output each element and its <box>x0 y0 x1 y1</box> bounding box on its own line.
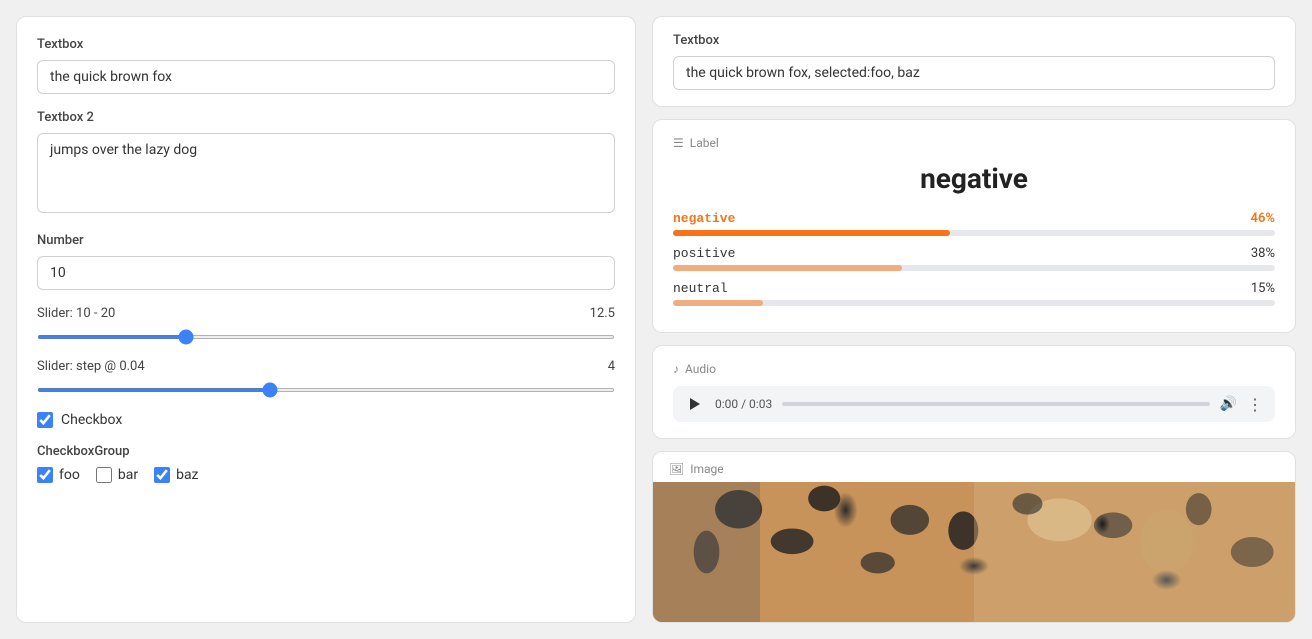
label-section-title: Label <box>690 136 719 150</box>
slider1-field: Slider: 10 - 20 12.5 <box>37 306 615 343</box>
left-panel: Textbox Textbox 2 Number Slider: 10 - 20… <box>16 16 636 623</box>
image-icon: 🖼 <box>669 462 684 476</box>
slider2-value: 4 <box>608 359 615 374</box>
play-icon <box>690 398 700 410</box>
audio-section-header: ♪ Audio <box>673 362 1275 376</box>
image-container <box>653 482 1295 622</box>
bar-negative-name: negative <box>673 211 735 226</box>
predicted-label: negative <box>673 162 1275 195</box>
textbox1-label: Textbox <box>37 37 615 52</box>
bar-neutral: neutral 15% <box>673 281 1275 306</box>
bar-positive-bg <box>673 265 1275 271</box>
label-section: ☰ Label negative negative 46% positive 3… <box>652 119 1296 333</box>
slider1-label: Slider: 10 - 20 <box>37 306 115 321</box>
bar-negative-bg <box>673 230 1275 236</box>
audio-icon: ♪ <box>673 362 679 376</box>
audio-section: ♪ Audio 0:00 / 0:03 🔊 ⋮ <box>652 345 1296 439</box>
checkbox-input[interactable] <box>37 412 53 428</box>
textbox2-field: Textbox 2 <box>37 110 615 217</box>
checkbox-foo-label: foo <box>59 467 80 483</box>
label-icon: ☰ <box>673 136 684 150</box>
volume-icon[interactable]: 🔊 <box>1220 396 1237 412</box>
slider1-value: 12.5 <box>590 306 615 321</box>
checkbox-bar-input[interactable] <box>96 467 112 483</box>
image-section-title: Image <box>690 462 723 476</box>
bar-negative: negative 46% <box>673 211 1275 236</box>
image-display <box>653 482 1295 622</box>
checkbox-foo-input[interactable] <box>37 467 53 483</box>
slider2-input[interactable] <box>37 388 615 392</box>
number-label: Number <box>37 233 615 248</box>
slider2-field: Slider: step @ 0.04 4 <box>37 359 615 396</box>
image-section-header: 🖼 Image <box>653 452 1295 482</box>
audio-progress-bar[interactable] <box>782 402 1209 406</box>
checkbox-baz-input[interactable] <box>154 467 170 483</box>
audio-section-title: Audio <box>685 362 716 376</box>
textbox1-input[interactable] <box>37 60 615 94</box>
checkbox-item-foo: foo <box>37 467 80 483</box>
right-textbox-label: Textbox <box>673 33 1275 48</box>
bar-neutral-fill <box>673 300 763 306</box>
checkbox-group-label: CheckboxGroup <box>37 444 615 459</box>
label-section-header: ☰ Label <box>673 136 1275 150</box>
slider1-input[interactable] <box>37 335 615 339</box>
bar-neutral-bg <box>673 300 1275 306</box>
right-panel: Textbox ☰ Label negative negative 46% po… <box>652 16 1296 623</box>
audio-time: 0:00 / 0:03 <box>715 397 772 411</box>
checkbox-item-bar: bar <box>96 467 138 483</box>
slider2-label: Slider: step @ 0.04 <box>37 359 145 374</box>
checkbox-label: Checkbox <box>61 412 122 428</box>
bar-negative-percent: 46% <box>1251 211 1275 226</box>
bar-neutral-name: neutral <box>673 281 728 296</box>
image-svg <box>653 482 1295 622</box>
checkbox-group-field: CheckboxGroup foo bar baz <box>37 444 615 483</box>
textbox2-label: Textbox 2 <box>37 110 615 125</box>
textbox2-input[interactable] <box>37 133 615 213</box>
number-field: Number <box>37 233 615 290</box>
play-button[interactable] <box>685 394 705 414</box>
bar-positive-name: positive <box>673 246 735 261</box>
right-textbox-input[interactable] <box>673 56 1275 90</box>
checkbox-bar-label: bar <box>118 467 138 483</box>
checkbox-item-baz: baz <box>154 467 198 483</box>
more-options-icon[interactable]: ⋮ <box>1247 395 1263 414</box>
number-input[interactable] <box>37 256 615 290</box>
bar-negative-fill <box>673 230 950 236</box>
audio-player: 0:00 / 0:03 🔊 ⋮ <box>673 386 1275 422</box>
bar-neutral-percent: 15% <box>1251 281 1275 296</box>
checkbox-baz-label: baz <box>176 467 198 483</box>
bar-positive: positive 38% <box>673 246 1275 271</box>
bar-positive-fill <box>673 265 902 271</box>
checkbox-group-row: foo bar baz <box>37 467 615 483</box>
checkbox-field: Checkbox <box>37 412 615 428</box>
textbox1-field: Textbox <box>37 37 615 94</box>
bar-positive-percent: 38% <box>1251 246 1275 261</box>
image-section: 🖼 Image <box>652 451 1296 623</box>
right-textbox-section: Textbox <box>652 16 1296 107</box>
